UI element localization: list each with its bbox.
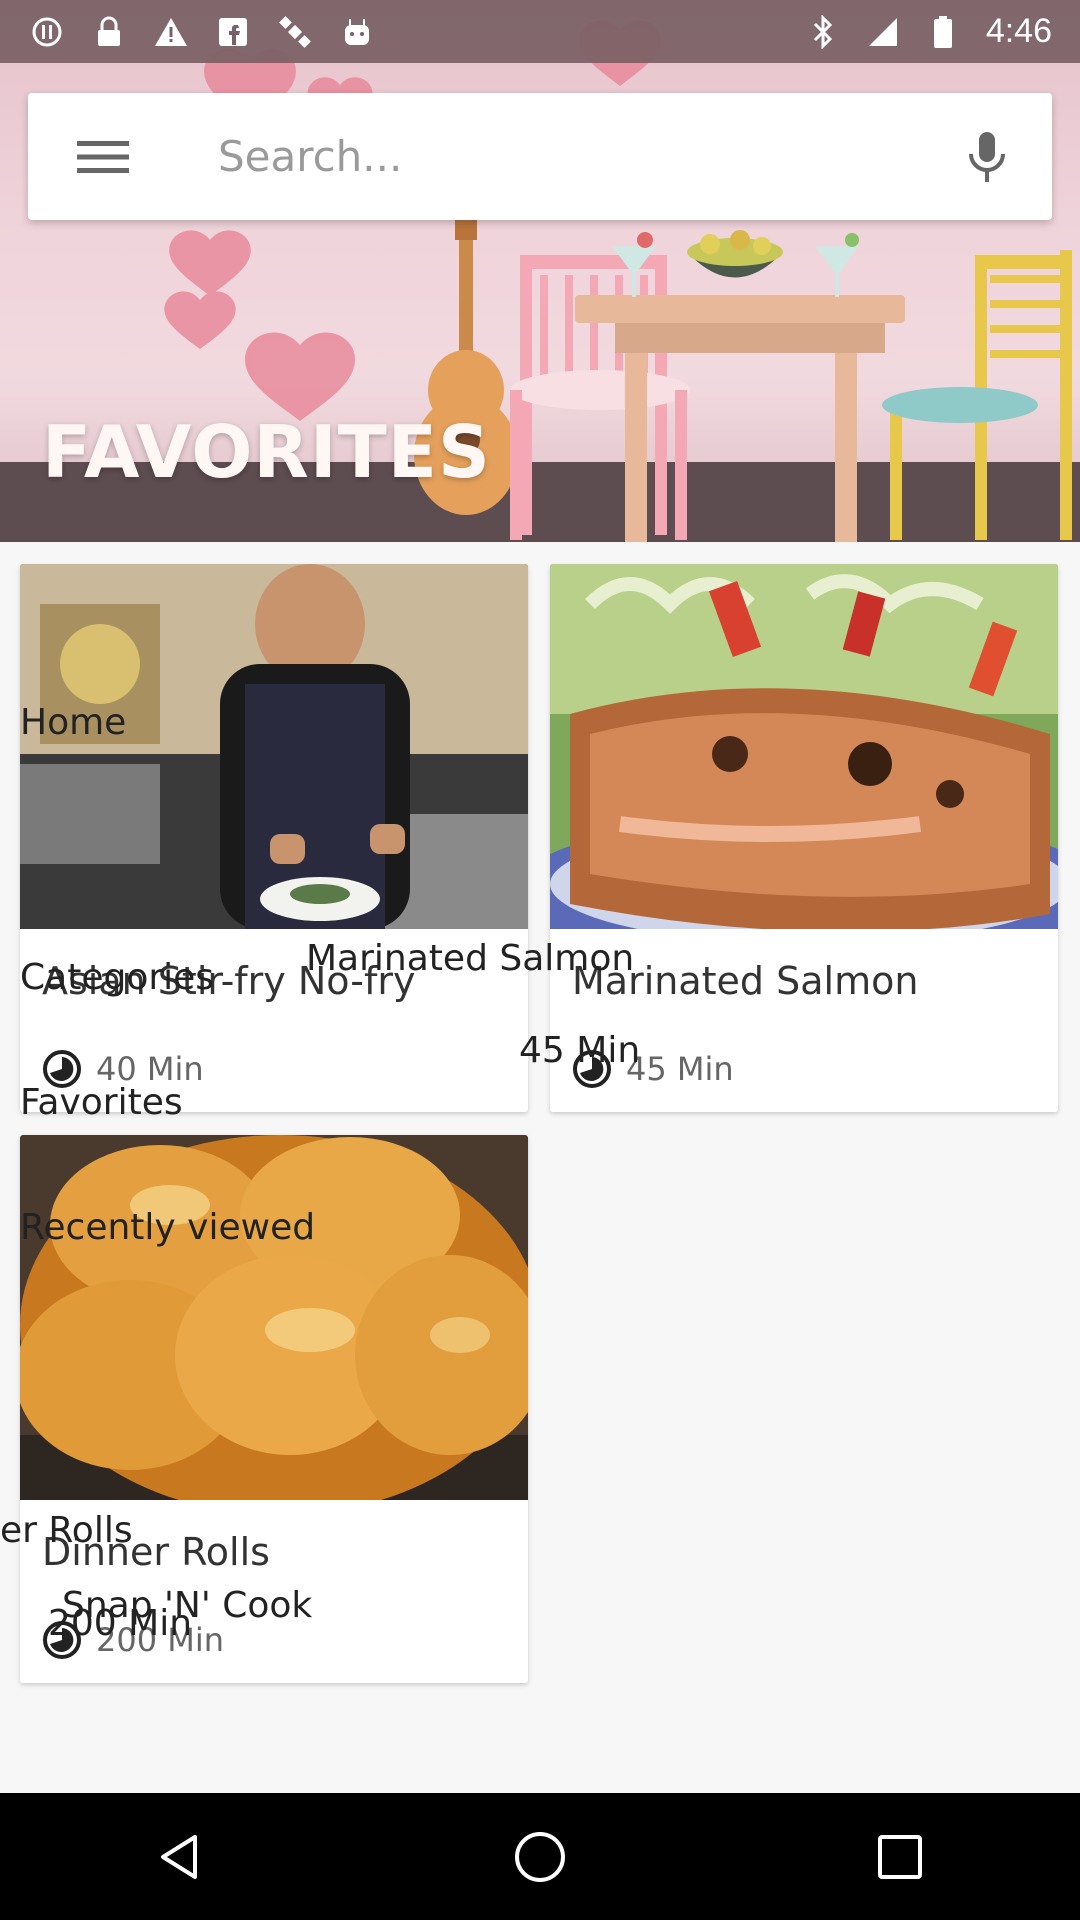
drawer-item-recently-viewed[interactable]: Recently viewed (20, 1207, 315, 1248)
status-bar: 4:46 (0, 0, 1080, 63)
signal-icon (866, 15, 900, 49)
drawer-item-home[interactable]: Home (20, 702, 126, 743)
recipe-image (20, 1135, 528, 1500)
status-time: 4:46 (985, 12, 1052, 50)
drawer-item-categories[interactable]: Categories (20, 957, 214, 998)
back-button[interactable] (110, 1807, 250, 1907)
recipe-time-label: 45 Min (626, 1050, 734, 1088)
menu-button[interactable] (28, 93, 178, 220)
search-bar (28, 93, 1052, 220)
voice-search-button[interactable] (922, 93, 1052, 220)
microphone-icon (969, 131, 1005, 182)
page-title: FAVORITES (42, 410, 491, 494)
android-icon (340, 15, 374, 49)
home-icon (515, 1831, 565, 1882)
ghost-rolls-title: er Rolls (0, 1510, 133, 1551)
hamburger-menu-icon (77, 140, 129, 173)
satellite-icon (278, 15, 312, 49)
back-icon (161, 1834, 197, 1879)
drawer-item-favorites[interactable]: Favorites (20, 1082, 183, 1123)
battery-icon (926, 15, 960, 49)
facebook-icon (216, 15, 250, 49)
warning-icon (154, 15, 188, 49)
lock-icon (92, 15, 126, 49)
bluetooth-icon (806, 14, 840, 49)
search-input[interactable] (178, 93, 922, 220)
recents-icon (878, 1834, 922, 1879)
favorites-banner: FAVORITES (0, 0, 1080, 542)
recipe-image (550, 564, 1058, 929)
recipe-card[interactable]: Asian Stir-fry No-fry 40 Min (20, 564, 528, 1112)
recents-button[interactable] (830, 1807, 970, 1907)
ghost-salmon-time: 45 Min (519, 1030, 641, 1071)
recipe-image (20, 564, 528, 929)
notification-icon (30, 15, 64, 49)
navigation-bar (0, 1793, 1080, 1920)
ghost-salmon-title: Marinated Salmon (306, 938, 635, 979)
ghost-rolls-time: 200 Min (48, 1603, 193, 1644)
home-button[interactable] (470, 1807, 610, 1907)
